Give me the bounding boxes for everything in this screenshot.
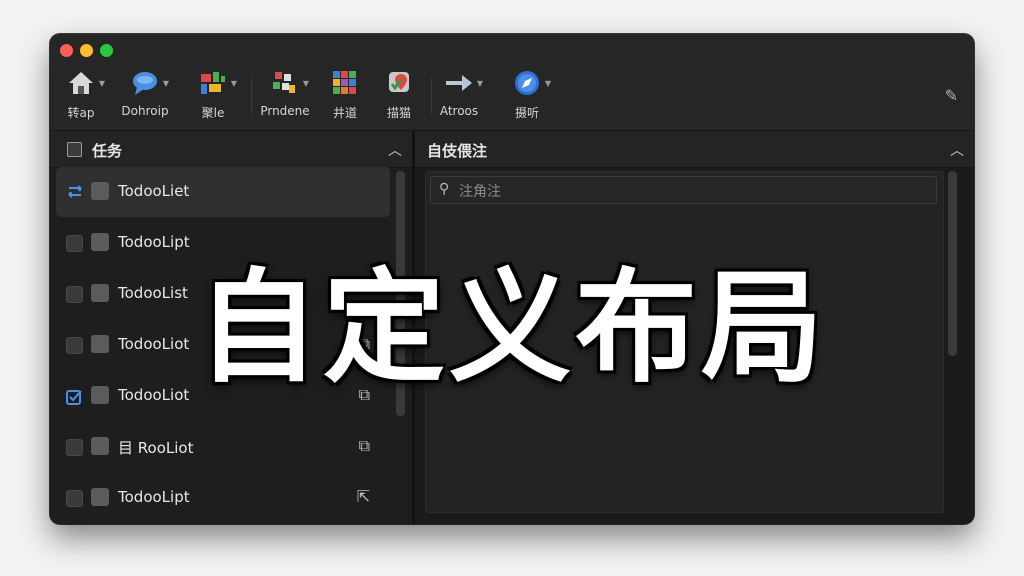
minimize-window-button[interactable] xyxy=(80,44,93,57)
toolbar-puzzle-label: Prndene xyxy=(260,104,310,118)
title-bar xyxy=(50,34,974,64)
toolbar-tiles-label: 聚le xyxy=(201,106,225,120)
toolbar-pin-label: 描猫 xyxy=(386,106,411,120)
tasks-select-all-checkbox[interactable] xyxy=(67,142,82,157)
task-row[interactable]: TodooLiet xyxy=(56,167,390,217)
notes-panel-header: 自伎偎注 ︿ xyxy=(415,131,974,168)
grid-tiles-icon: ▼ xyxy=(198,68,237,98)
toolbar-arrow-button[interactable]: ▼ Atroos xyxy=(424,68,494,126)
chevron-up-icon[interactable]: ︿ xyxy=(388,140,402,160)
toolbar-home-label: 转ap xyxy=(67,106,95,120)
task-label: TodooLipt xyxy=(118,233,190,251)
compass-icon: ▼ xyxy=(512,68,551,98)
notes-placeholder: 注角注 xyxy=(459,184,501,200)
chevron-up-icon[interactable]: ︿ xyxy=(950,140,964,160)
color-grid-icon xyxy=(330,68,360,98)
task-checkbox[interactable] xyxy=(91,182,109,200)
close-window-button[interactable] xyxy=(60,44,73,57)
task-select-box[interactable] xyxy=(66,490,83,507)
task-checkbox[interactable] xyxy=(91,488,109,506)
toolbar-arrow-label: Atroos xyxy=(439,104,479,118)
task-label: TodooLipt xyxy=(118,488,190,506)
toolbar-home-button[interactable]: ▼ 转ap xyxy=(50,68,116,126)
task-label: 目 RooLiot xyxy=(118,439,194,457)
task-checkbox[interactable] xyxy=(91,437,109,455)
toolbar: ▼ 转ap ▼ Dohroip ▼ 聚le ▼ Prndene 井道 描猫 ▼ … xyxy=(50,64,974,131)
pen-icon[interactable]: ✎ xyxy=(945,86,958,105)
zoom-window-button[interactable] xyxy=(100,44,113,57)
share-icon[interactable]: ⇱ xyxy=(357,487,370,506)
notes-icon: ⚲ xyxy=(439,181,450,197)
toolbar-tiles-button[interactable]: ▼ 聚le xyxy=(178,68,248,126)
map-pin-icon xyxy=(384,68,414,98)
overlay-caption: 自定义布局 xyxy=(197,257,827,399)
copy-icon[interactable]: ⧉ xyxy=(359,436,370,456)
notes-input[interactable]: ⚲ 注角注 xyxy=(430,176,937,204)
arrow-right-icon: ▼ xyxy=(444,68,483,98)
task-select-box[interactable] xyxy=(66,235,83,252)
toolbar-compass-button[interactable]: ▼ 摄听 xyxy=(492,68,562,126)
puzzle-grid-icon: ▼ xyxy=(270,68,309,98)
toolbar-color-grid-label: 井道 xyxy=(332,106,357,120)
task-label: TodooLiet xyxy=(118,182,190,200)
task-row[interactable]: 目 RooLiot ⧉ xyxy=(56,422,390,472)
task-row[interactable]: TodooLipt ⇱ xyxy=(56,473,390,523)
tasks-panel-title: 任务 xyxy=(92,142,123,160)
home-icon: ▼ xyxy=(66,68,105,98)
toolbar-compass-label: 摄听 xyxy=(514,106,539,120)
toolbar-chat-label: Dohroip xyxy=(121,104,169,118)
toolbar-chat-button[interactable]: ▼ Dohroip xyxy=(110,68,180,126)
repeat-icon xyxy=(66,184,82,199)
task-checkbox[interactable] xyxy=(91,233,109,251)
chat-bubble-icon: ▼ xyxy=(130,68,169,98)
task-select-box[interactable] xyxy=(66,439,83,456)
notes-panel-title: 自伎偎注 xyxy=(427,142,488,160)
tasks-panel-header: 任务 ︿ xyxy=(50,131,412,168)
